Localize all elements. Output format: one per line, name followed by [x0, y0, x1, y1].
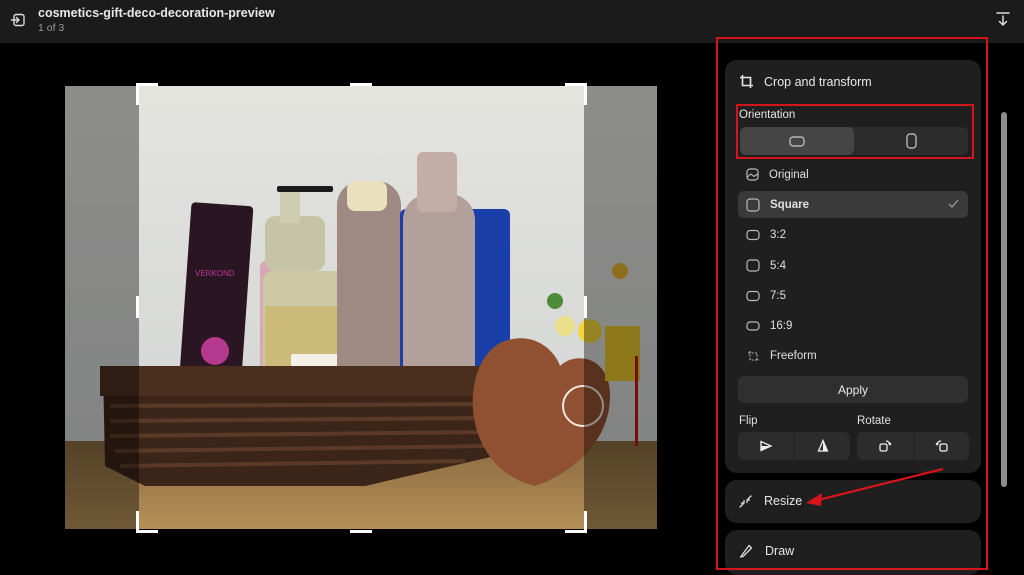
- draw-panel[interactable]: Draw: [725, 530, 981, 575]
- ratio-16-9[interactable]: 16:9: [738, 312, 968, 339]
- draw-icon: [739, 544, 753, 558]
- download-icon[interactable]: [995, 11, 1011, 29]
- image-icon: [746, 168, 759, 181]
- rotate-label: Rotate: [857, 415, 891, 427]
- ratio-3-2[interactable]: 3:2: [738, 221, 968, 248]
- crop-transform-header[interactable]: Crop and transform: [739, 74, 872, 89]
- resize-icon: [739, 494, 752, 508]
- orientation-toggle: [740, 127, 968, 155]
- ratio-label: 7:5: [770, 289, 786, 302]
- panel-scrollbar[interactable]: [1001, 112, 1007, 487]
- apply-button[interactable]: Apply: [738, 376, 968, 403]
- ratio-icon: [746, 290, 760, 301]
- exit-icon[interactable]: [10, 12, 26, 28]
- flip-horizontal-button[interactable]: [738, 432, 794, 460]
- flip-vertical-button[interactable]: [794, 432, 850, 460]
- ratio-freeform[interactable]: Freeform: [738, 342, 968, 369]
- rotate-left-button[interactable]: [913, 432, 969, 460]
- crop-icon: [740, 75, 753, 88]
- rotate-right-icon: [879, 440, 892, 452]
- crop-handle-bottom-left[interactable]: [136, 511, 139, 533]
- orientation-portrait-button[interactable]: [854, 127, 968, 155]
- resize-panel[interactable]: Resize: [725, 480, 981, 523]
- rotate-buttons: [857, 432, 969, 460]
- checkmark-icon: [948, 199, 959, 208]
- crop-handle-top-right[interactable]: [584, 83, 587, 105]
- crop-handle-bottom-left[interactable]: [136, 530, 158, 533]
- crop-handle-bottom-right[interactable]: [584, 511, 587, 533]
- crop-handle-top-left[interactable]: [136, 83, 158, 86]
- crop-handle-top-left[interactable]: [136, 83, 139, 105]
- crop-handle-top[interactable]: [350, 83, 372, 86]
- resize-label: Resize: [764, 494, 803, 508]
- freeform-icon: [748, 350, 759, 361]
- ratio-label: Freeform: [770, 349, 817, 362]
- svg-text:VERKOND: VERKOND: [195, 269, 235, 278]
- crop-mask-right: [584, 86, 657, 529]
- draw-label: Draw: [765, 544, 795, 558]
- ratio-label: Square: [770, 198, 809, 211]
- ratio-label: 16:9: [770, 319, 793, 332]
- ratio-label: 5:4: [770, 259, 786, 272]
- ratio-icon: [746, 320, 760, 331]
- crop-mask-left: [65, 86, 139, 529]
- ratio-square[interactable]: Square: [738, 191, 968, 218]
- ratio-label: 3:2: [770, 228, 786, 241]
- flip-buttons: [738, 432, 850, 460]
- ratio-icon: [746, 229, 760, 240]
- ratio-original[interactable]: Original: [738, 161, 968, 188]
- square-icon: [746, 197, 760, 212]
- crop-transform-title: Crop and transform: [764, 74, 872, 89]
- file-title: cosmetics-gift-deco-decoration-preview: [38, 6, 275, 20]
- flip-vertical-icon: [817, 439, 828, 452]
- crop-handle-bottom[interactable]: [350, 530, 372, 533]
- rotate-left-icon: [934, 440, 948, 452]
- image-counter: 1 of 3: [38, 22, 65, 34]
- flip-horizontal-icon: [760, 440, 773, 452]
- portrait-icon: [905, 133, 917, 149]
- ratio-7-5[interactable]: 7:5: [738, 282, 968, 309]
- photo: VERKOND Wellness: [65, 86, 657, 529]
- crop-handle-left[interactable]: [136, 296, 139, 318]
- ratio-label: Original: [769, 168, 809, 181]
- flip-label: Flip: [739, 415, 758, 427]
- orientation-landscape-button[interactable]: [740, 127, 854, 155]
- landscape-icon: [789, 135, 805, 147]
- ratio-5-4[interactable]: 5:4: [738, 252, 968, 279]
- orientation-label: Orientation: [739, 109, 796, 121]
- ratio-icon: [746, 259, 760, 272]
- rotate-right-button[interactable]: [857, 432, 913, 460]
- top-bar: cosmetics-gift-deco-decoration-preview 1…: [0, 0, 1024, 43]
- crop-handle-right[interactable]: [584, 296, 587, 318]
